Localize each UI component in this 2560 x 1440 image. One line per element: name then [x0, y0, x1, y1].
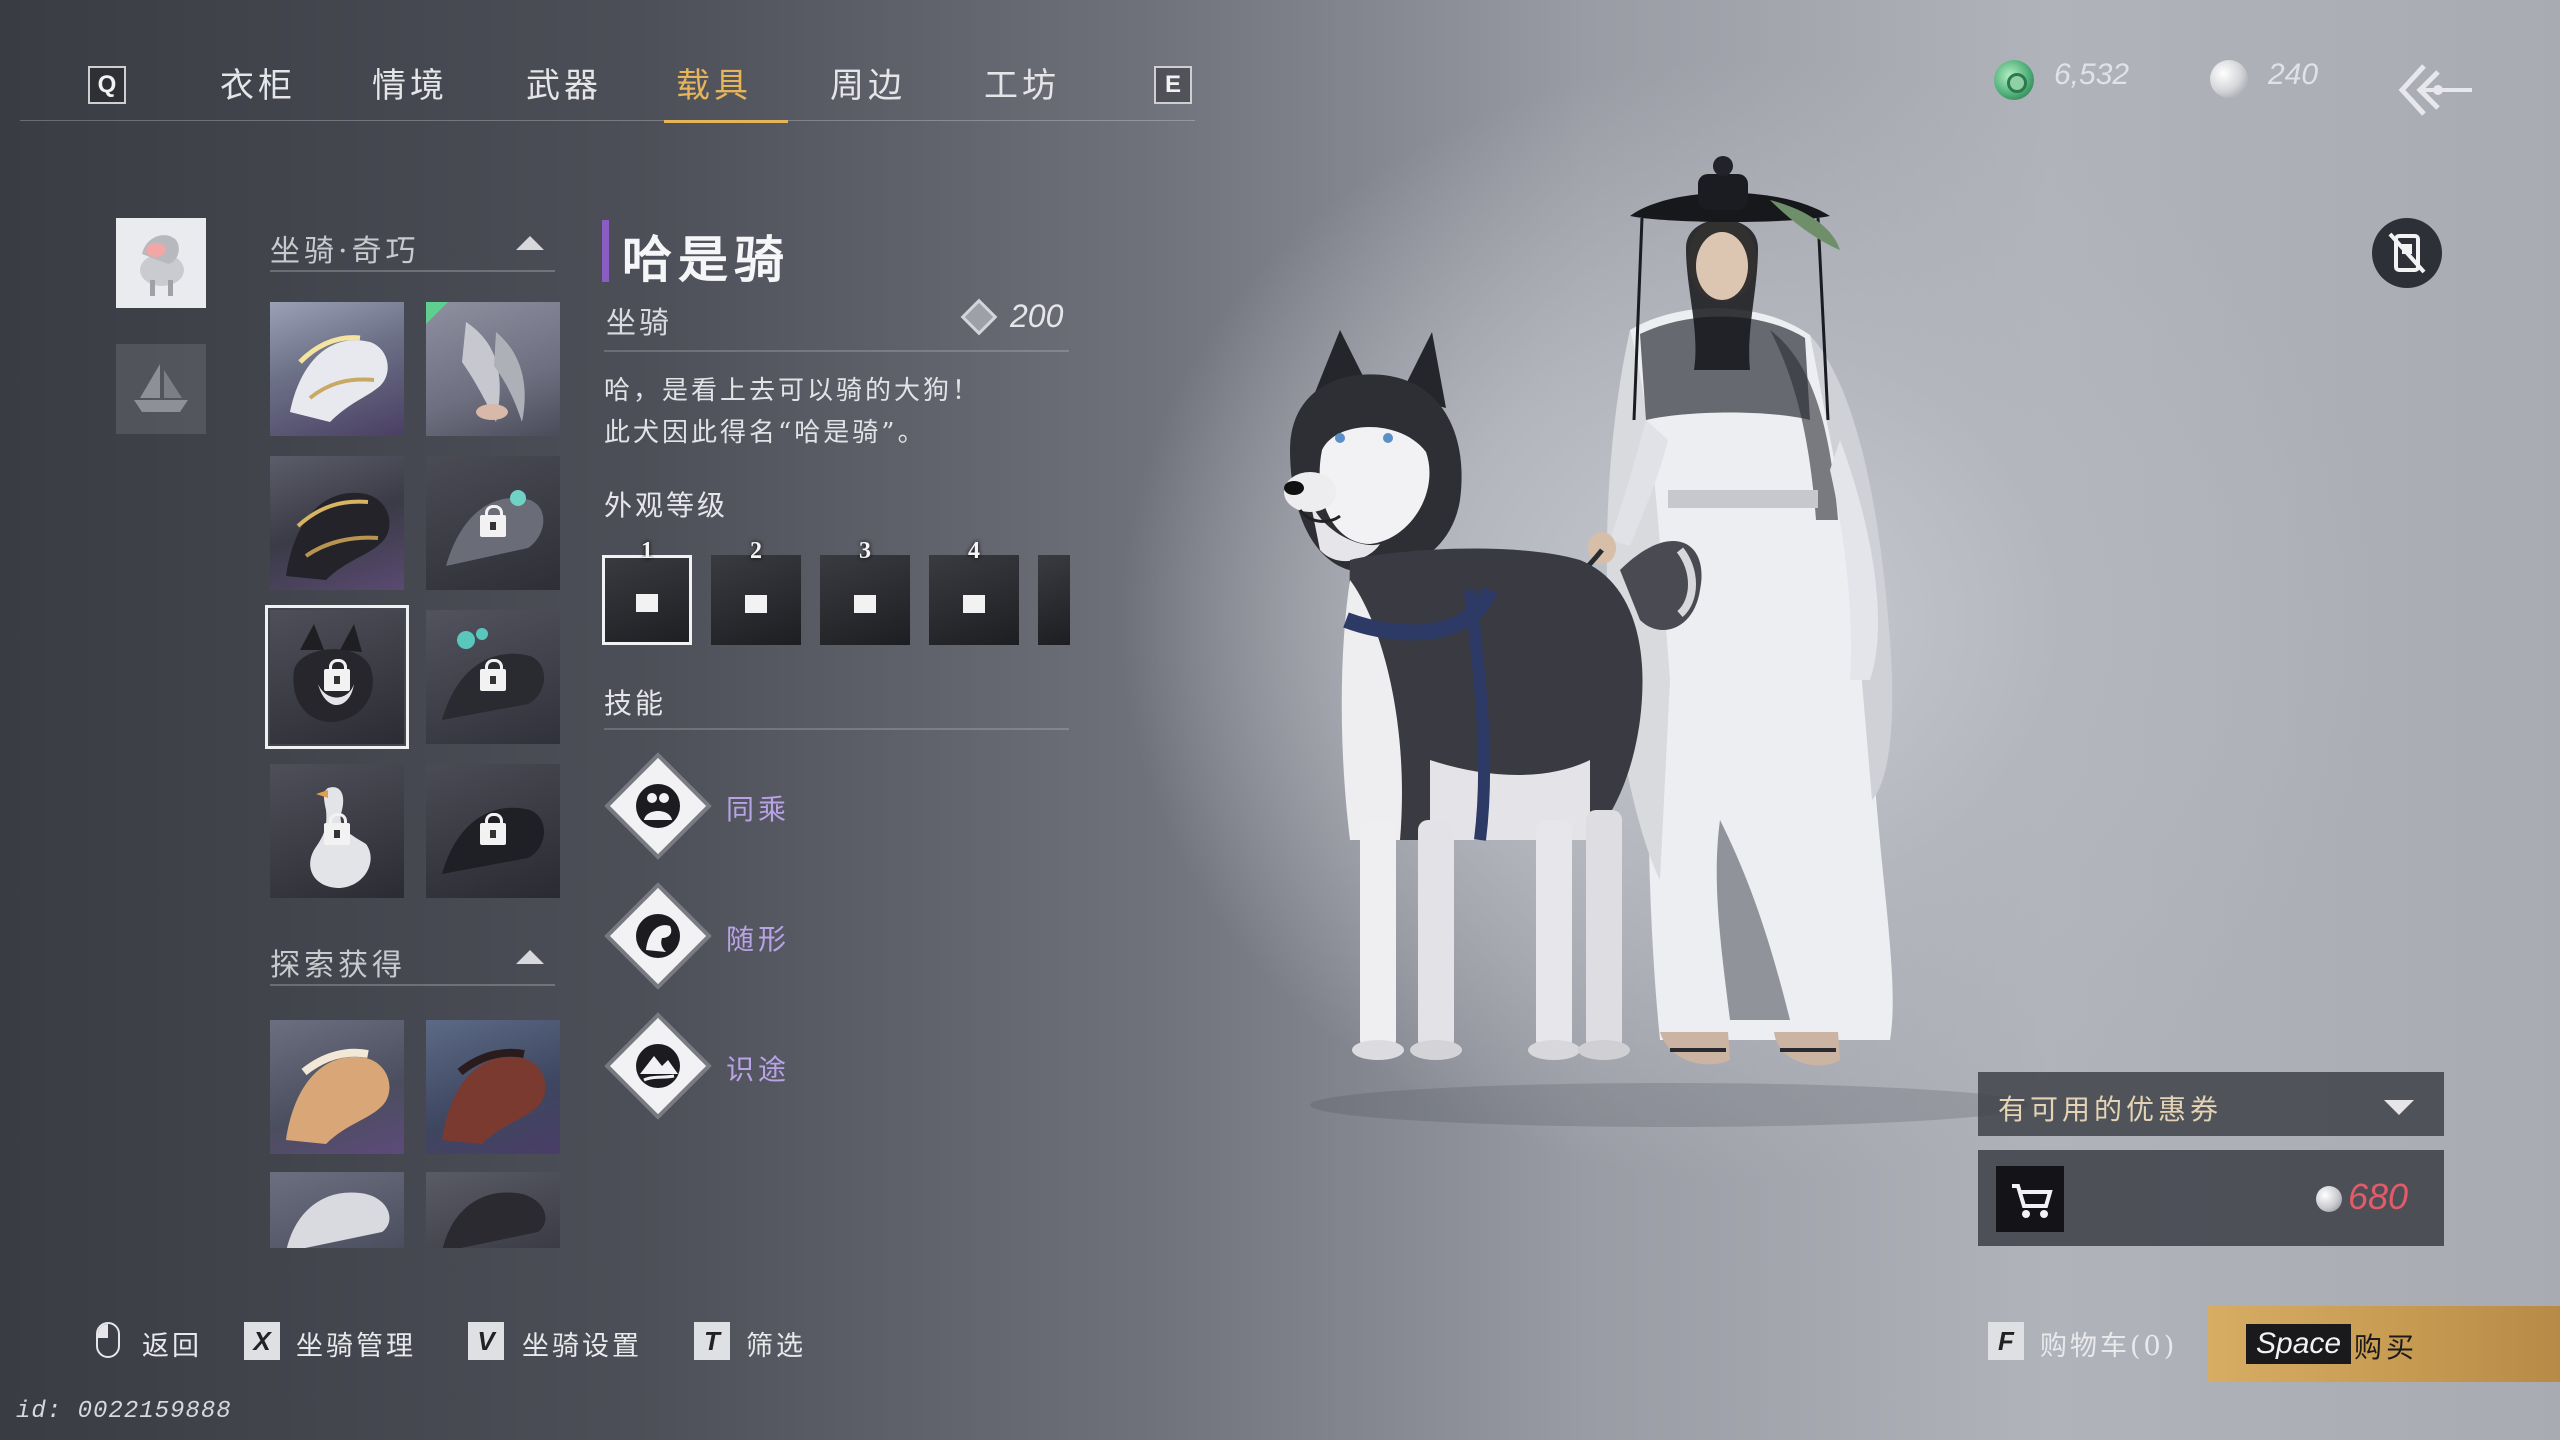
level-number: 1 [641, 538, 653, 564]
skill-name-ride-together: 同乘 [726, 793, 791, 826]
new-flag-icon [426, 302, 448, 324]
tab-workshop[interactable]: 工坊 [984, 58, 1060, 107]
hide-ui-toggle[interactable] [2372, 218, 2442, 288]
lock-icon [324, 659, 350, 691]
no-camera-icon [2388, 232, 2426, 274]
tab-vehicles[interactable]: 载具 [676, 58, 752, 107]
mount-manage-hint[interactable]: 坐骑管理 [296, 1324, 416, 1363]
horse-head-icon[interactable] [609, 887, 707, 985]
category-mount-icon[interactable] [116, 218, 206, 308]
cart-icon [2012, 1184, 2053, 1218]
prev-tab-key[interactable]: Q [88, 66, 126, 104]
item-desc-line1: 哈，是看上去可以骑的大狗！ [604, 376, 982, 406]
level-5-box-partial[interactable] [1038, 555, 1070, 645]
level-3-box[interactable] [820, 555, 910, 645]
skill-name-pathfinding: 识途 [726, 1053, 791, 1086]
item-desc-line2: 此犬因此得名“哈是骑”。 [604, 418, 927, 448]
title-accent-bar [602, 220, 609, 282]
key-t: T [694, 1322, 730, 1360]
lock-icon [854, 595, 876, 613]
collapse-mounts-icon[interactable] [516, 236, 544, 250]
mount-tile-dark[interactable] [426, 1172, 560, 1248]
back-hint[interactable]: 返回 [142, 1324, 202, 1363]
level-1-box[interactable] [602, 555, 692, 645]
next-tab-key[interactable]: E [1154, 66, 1192, 104]
skill-name-follow: 随形 [726, 923, 791, 956]
key-space: Space [2246, 1324, 2352, 1364]
collapse-explore-icon[interactable] [516, 950, 544, 964]
score-icon [960, 298, 998, 336]
tab-merch[interactable]: 周边 [830, 58, 906, 107]
jade-amount: 6,532 [2054, 58, 2130, 91]
section-divider [270, 270, 555, 272]
divider [604, 350, 1069, 352]
tab-weapons[interactable]: 武器 [526, 58, 602, 107]
mount-tile-white-horse[interactable] [270, 302, 404, 436]
mount-tile-locked-2[interactable] [426, 610, 560, 744]
mouse-right-icon [96, 1322, 120, 1358]
lock-icon [480, 659, 506, 691]
double-rider-icon[interactable] [609, 757, 707, 855]
lock-icon [745, 595, 767, 613]
item-type: 坐骑 [606, 306, 672, 341]
jade-coin-icon [1994, 60, 2034, 100]
buy-label: 购买 [2354, 1331, 2419, 1364]
cart-hint[interactable]: 购物车(0) [2040, 1324, 2177, 1363]
add-to-cart-button[interactable] [1996, 1166, 2064, 1232]
player-id: id: 0022159888 [16, 1398, 232, 1425]
level-number: 4 [968, 538, 980, 564]
divider [604, 728, 1069, 730]
item-title: 哈是骑 [622, 230, 790, 289]
character-preview-scene[interactable] [1250, 120, 2050, 1140]
lock-icon [963, 595, 985, 613]
level-4-box[interactable] [929, 555, 1019, 645]
category-boat-icon[interactable] [116, 344, 206, 434]
mount-settings-hint[interactable]: 坐骑设置 [522, 1324, 642, 1363]
item-score: 200 [1010, 298, 1064, 334]
item-price: 680 [2348, 1176, 2409, 1217]
mount-tile-white-bird[interactable] [426, 302, 560, 436]
lock-icon [480, 505, 506, 537]
mount-tile-palomino[interactable] [270, 1020, 404, 1154]
coupon-label: 有可用的优惠券 [1998, 1093, 2223, 1126]
pearl-icon [2210, 60, 2248, 98]
key-x: X [244, 1322, 280, 1360]
tab-scenario[interactable]: 情境 [372, 58, 448, 107]
mount-tile-husky-selected[interactable] [265, 605, 409, 749]
lock-icon [480, 813, 506, 845]
appearance-level-label: 外观等级 [604, 489, 729, 522]
filter-hint[interactable]: 筛选 [746, 1324, 806, 1363]
mount-tile-locked-1[interactable] [426, 456, 560, 590]
level-2-box[interactable] [711, 555, 801, 645]
key-v: V [468, 1322, 504, 1360]
mount-tile-goose[interactable] [270, 764, 404, 898]
mountain-path-icon[interactable] [609, 1017, 707, 1115]
section-divider [270, 984, 555, 986]
section-title-mounts: 坐骑·奇巧 [270, 234, 420, 269]
mount-tile-bay[interactable] [426, 1020, 560, 1154]
section-title-explore: 探索获得 [270, 948, 406, 983]
pearl-icon [2316, 1186, 2342, 1212]
mount-tile-black-horse[interactable] [270, 456, 404, 590]
lock-icon [324, 813, 350, 845]
lock-icon [636, 594, 658, 612]
level-number: 3 [859, 538, 871, 564]
active-tab-indicator [664, 120, 788, 123]
level-number: 2 [750, 538, 762, 564]
pearl-amount: 240 [2268, 58, 2319, 91]
key-f: F [1988, 1322, 2024, 1360]
chevron-down-icon[interactable] [2384, 1100, 2414, 1115]
skills-label: 技能 [604, 687, 667, 720]
mount-tile-grey[interactable] [270, 1172, 404, 1248]
mount-tile-locked-3[interactable] [426, 764, 560, 898]
tab-wardrobe[interactable]: 衣柜 [220, 58, 296, 107]
back-arrows-icon[interactable] [2394, 62, 2474, 118]
nav-divider [20, 120, 1195, 121]
